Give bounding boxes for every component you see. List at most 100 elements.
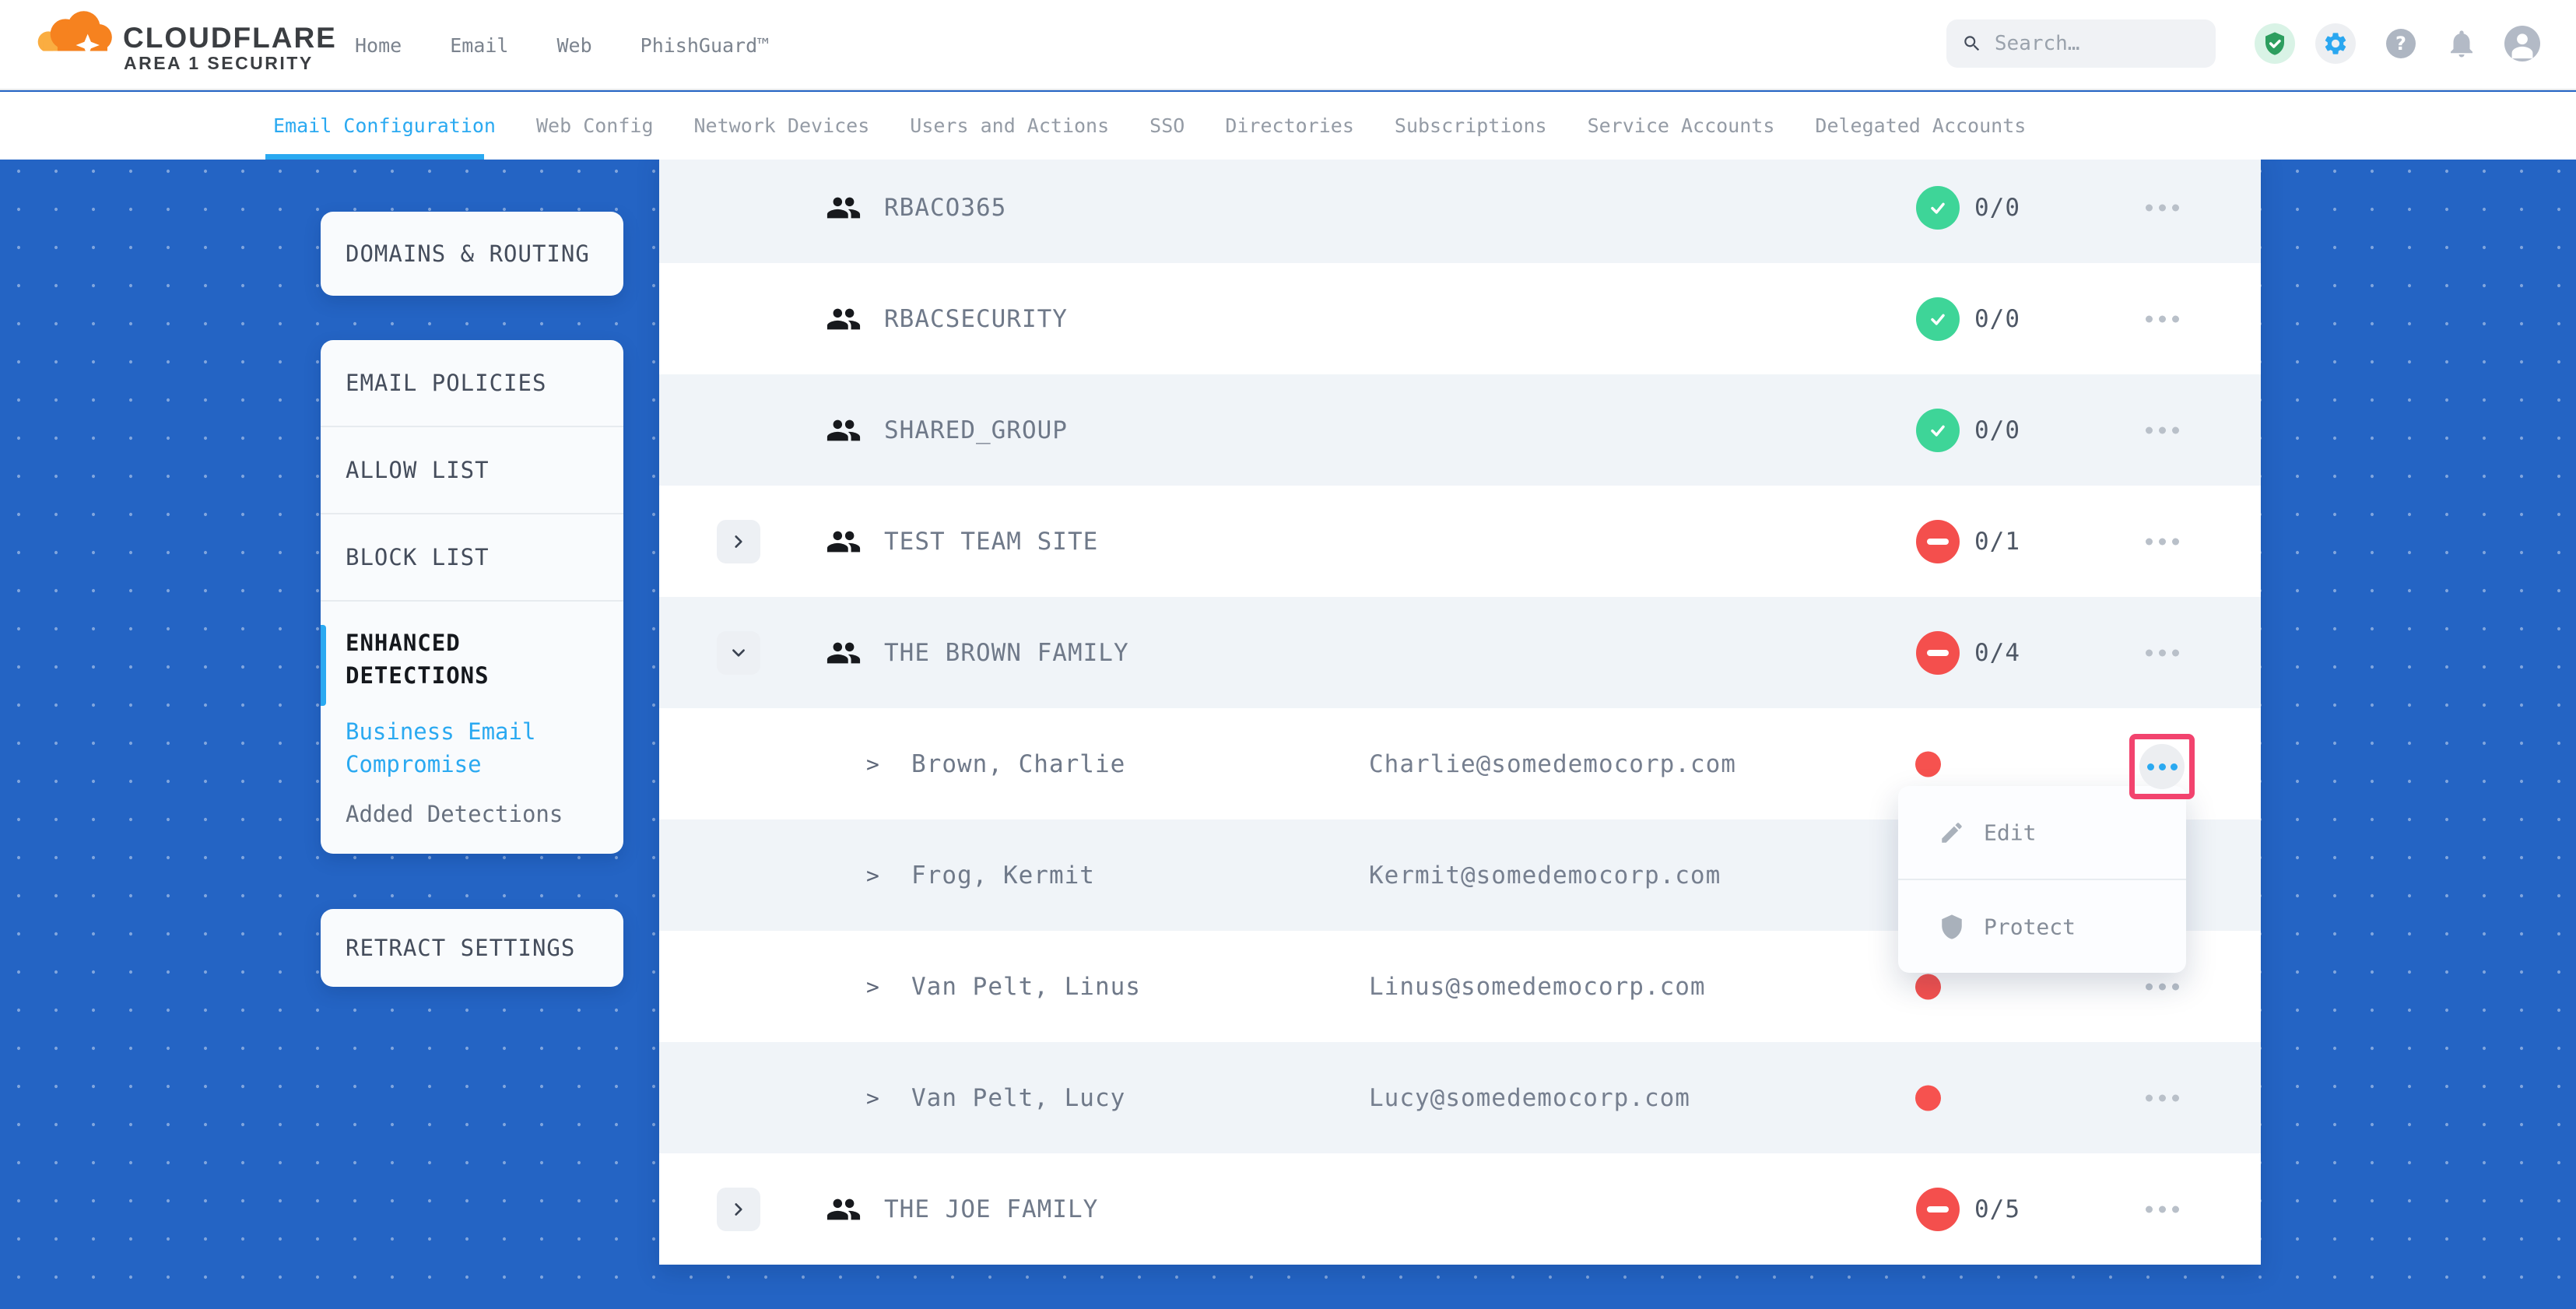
context-menu: Edit Protect <box>1898 786 2186 973</box>
member-count: 0/4 <box>1974 639 2020 667</box>
group-icon <box>826 635 862 671</box>
nav-item-web[interactable]: Web <box>556 34 591 57</box>
member-marker: > <box>866 974 879 999</box>
highlight-box <box>2129 734 2195 799</box>
status-blocked-badge <box>1916 1188 1960 1231</box>
table-row[interactable]: SHARED_GROUP 0/0 <box>659 374 2261 486</box>
row-menu-button[interactable] <box>2132 1094 2192 1101</box>
chevron-down-icon <box>730 644 747 662</box>
member-count: 0/5 <box>1974 1195 2020 1223</box>
tab-sso[interactable]: SSO <box>1149 114 1184 137</box>
status-ok-badge <box>1916 409 1960 452</box>
sidebar-card-retract: RETRACT SETTINGS <box>321 909 623 987</box>
table-row[interactable]: TEST TEAM SITE 0/1 <box>659 486 2261 597</box>
sidebar-card-policies: EMAIL POLICIES ALLOW LIST BLOCK LIST ENH… <box>321 340 623 854</box>
member-name: Frog, Kermit <box>911 862 1095 890</box>
row-menu-button[interactable] <box>2132 426 2192 433</box>
sidebar-item-business-email-compromise[interactable]: Business Email Compromise <box>321 715 589 781</box>
row-menu-button-active[interactable] <box>2139 744 2185 789</box>
member-email: Lucy@somedemocorp.com <box>1369 1084 1690 1112</box>
tab-email-configuration[interactable]: Email Configuration <box>273 114 496 137</box>
group-icon <box>826 1191 862 1227</box>
check-icon <box>1927 197 1949 219</box>
sidebar-item-allow-list[interactable]: ALLOW LIST <box>321 427 623 513</box>
row-menu-button[interactable] <box>2132 983 2192 990</box>
member-status-dot <box>1915 974 1941 999</box>
table-row[interactable]: RBACSECURITY 0/0 <box>659 263 2261 374</box>
top-bar: CLOUDFLARE AREA 1 SECURITY Home Email We… <box>0 0 2576 90</box>
shield-icon <box>1939 914 1965 940</box>
expand-button[interactable] <box>717 520 760 563</box>
member-marker: > <box>866 751 879 777</box>
table-row[interactable]: THE BROWN FAMILY 0/4 <box>659 597 2261 708</box>
shield-check-icon <box>2262 31 2287 56</box>
sidebar-card-domains: DOMAINS & ROUTING <box>321 212 623 296</box>
nav-item-home[interactable]: Home <box>355 34 402 57</box>
member-count: 0/0 <box>1974 305 2020 333</box>
member-marker: > <box>866 862 879 888</box>
member-count: 0/0 <box>1974 194 2020 222</box>
security-status-button[interactable] <box>2255 23 2295 64</box>
status-ok-badge <box>1916 297 1960 341</box>
tab-users-and-actions[interactable]: Users and Actions <box>910 114 1109 137</box>
expand-button[interactable] <box>717 1188 760 1231</box>
sidebar-item-domains-routing[interactable]: DOMAINS & ROUTING <box>321 212 623 296</box>
sidebar-item-retract-settings[interactable]: RETRACT SETTINGS <box>321 909 623 987</box>
chevron-right-icon <box>730 533 747 550</box>
sidebar-item-email-policies[interactable]: EMAIL POLICIES <box>321 340 623 426</box>
member-status-dot <box>1915 751 1941 777</box>
sidebar-item-enhanced-detections[interactable]: ENHANCED DETECTIONS <box>321 626 577 692</box>
search-bar[interactable] <box>1946 19 2216 68</box>
primary-nav: Home Email Web PhishGuard™ <box>355 0 769 90</box>
tab-service-accounts[interactable]: Service Accounts <box>1588 114 1775 137</box>
settings-button[interactable] <box>2315 23 2356 64</box>
brand-tagline: AREA 1 SECURITY <box>124 53 314 74</box>
pencil-icon <box>1939 819 1965 846</box>
tab-network-devices[interactable]: Network Devices <box>694 114 870 137</box>
member-name: Brown, Charlie <box>911 750 1125 778</box>
menu-item-edit[interactable]: Edit <box>1898 786 2186 879</box>
menu-item-protect[interactable]: Protect <box>1898 880 2186 973</box>
tab-subscriptions[interactable]: Subscriptions <box>1395 114 1547 137</box>
avatar-icon <box>2504 26 2540 61</box>
tab-delegated-accounts[interactable]: Delegated Accounts <box>1815 114 2026 137</box>
table-row[interactable]: > Van Pelt, Lucy Lucy@somedemocorp.com <box>659 1042 2261 1153</box>
menu-item-label: Edit <box>1984 819 2036 845</box>
row-menu-button[interactable] <box>2132 204 2192 211</box>
member-count: 0/0 <box>1974 416 2020 444</box>
group-name: TEST TEAM SITE <box>884 528 1098 556</box>
menu-item-label: Protect <box>1984 914 2076 939</box>
help-button[interactable]: ? <box>2386 29 2416 58</box>
group-name: THE JOE FAMILY <box>884 1195 1098 1223</box>
nav-item-phishguard[interactable]: PhishGuard™ <box>640 34 770 57</box>
account-button[interactable] <box>2504 26 2540 61</box>
search-input[interactable] <box>1995 32 2200 55</box>
table-row[interactable]: THE JOE FAMILY 0/5 <box>659 1153 2261 1265</box>
notifications-button[interactable] <box>2444 26 2479 61</box>
nav-item-email[interactable]: Email <box>450 34 508 57</box>
groups-table: RBACO365 0/0 RBACSECURITY 0/0 SHARED_GRO… <box>659 152 2261 1265</box>
secondary-nav: Email Configuration Web Config Network D… <box>0 92 2576 160</box>
sidebar-item-block-list[interactable]: BLOCK LIST <box>321 514 623 600</box>
group-icon <box>826 524 862 560</box>
group-icon <box>826 190 862 226</box>
row-menu-button[interactable] <box>2132 315 2192 322</box>
tab-web-config[interactable]: Web Config <box>536 114 654 137</box>
member-name: Van Pelt, Lucy <box>911 1084 1125 1112</box>
member-marker: > <box>866 1085 879 1111</box>
sidebar-item-added-detections[interactable]: Added Detections <box>321 798 589 830</box>
search-icon <box>1962 32 1982 55</box>
group-name: RBACSECURITY <box>884 305 1068 333</box>
row-menu-button[interactable] <box>2132 538 2192 545</box>
member-email: Charlie@somedemocorp.com <box>1369 750 1736 778</box>
row-menu-button[interactable] <box>2132 1205 2192 1212</box>
row-menu-button[interactable] <box>2132 649 2192 656</box>
table-row[interactable]: RBACO365 0/0 <box>659 152 2261 263</box>
collapse-button[interactable] <box>717 631 760 675</box>
group-name: THE BROWN FAMILY <box>884 639 1129 667</box>
status-blocked-badge <box>1916 631 1960 675</box>
member-email: Linus@somedemocorp.com <box>1369 973 1706 1001</box>
tab-directories[interactable]: Directories <box>1225 114 1354 137</box>
chevron-right-icon <box>730 1201 747 1218</box>
minus-icon <box>1927 1206 1949 1212</box>
